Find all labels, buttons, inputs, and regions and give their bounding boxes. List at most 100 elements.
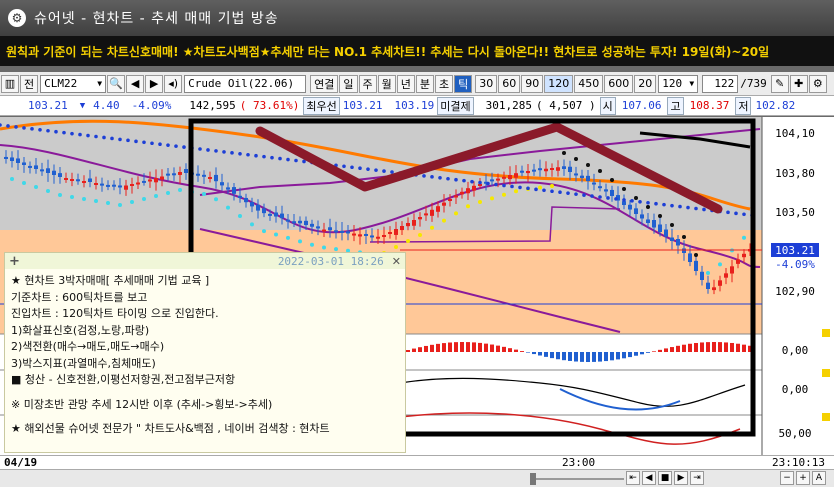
period-button-week[interactable]: 주 [358,74,377,93]
page-input[interactable]: 122 [702,74,739,93]
zoom-in-icon[interactable]: + [796,471,810,485]
candle-body [124,185,128,190]
next-arrow-icon[interactable]: ▶ [145,74,164,93]
prev-arrow-icon[interactable]: ◀ [126,74,145,93]
candle-body [352,233,356,236]
indicator-axis-label: 0,00 [781,343,809,357]
dotted-line-point [734,211,738,216]
title-bar: ⚙ 슈어넷 - 현차트 - 추세 매매 기법 방송 [0,0,834,36]
crosshair-icon[interactable]: ✚ [789,74,808,93]
tick-button-60[interactable]: 60 [498,74,521,93]
histogram-bar [562,352,566,361]
period-button-connect[interactable]: 연결 [310,74,339,93]
tick-button-600[interactable]: 600 [604,74,634,93]
memo-header[interactable]: + 2022-03-01 18:26 ✕ [5,253,405,269]
autoscale-icon[interactable]: A [812,471,826,485]
chart-toolbar: ▥ 전 CLM22 ▼ 🔍 ◀ ▶ ◂) Crude Oil(22.06) 연결… [0,72,834,96]
tick-button-90[interactable]: 90 [521,74,544,93]
signal-dot [706,271,710,275]
dotted-line-point [14,125,18,129]
indicator-axis-label: 0,00 [781,382,809,396]
chart-type-icon[interactable]: ▥ [1,74,19,93]
signal-dot [334,247,338,252]
histogram-bar [412,348,416,352]
memo-body: ★ 현차트 3박자매매[ 추세매매 기법 교육 ] 기준차트 : 600틱차트를… [5,269,405,438]
candle-body [220,182,224,186]
period-button-minute[interactable]: 분 [415,74,434,93]
histogram-bar [406,350,410,352]
dotted-line-point [486,181,490,186]
open-interest-label: 미결제 [437,96,474,115]
quote-bar: 103.21 ▼ 4.40 -4.09% 142,595 ( 73.61%) 최… [0,96,834,116]
histogram-bar [454,342,458,352]
signal-dot [34,185,38,189]
signal-dot [598,169,602,173]
candle-body [502,176,506,179]
time-axis-current: 23:10:13 [772,456,825,469]
dotted-line-point [470,179,474,184]
candle-body [202,174,206,177]
candle-body [622,201,626,205]
candle-body [40,169,44,172]
dotted-line-point [574,192,578,196]
candle-body [184,169,188,173]
magnifier-icon[interactable]: 🔍 [107,74,126,93]
open-interest: 301,285 [485,99,532,112]
stop-icon[interactable]: ■ [658,471,672,485]
symbol-name: Crude Oil(22.06) [188,77,295,90]
candle-body [412,220,416,226]
zoom-out-icon[interactable]: − [780,471,794,485]
histogram-bar [496,345,500,352]
period-button-year[interactable]: 년 [396,74,415,93]
candle-body [376,236,380,239]
prev-icon[interactable]: ◀ [642,471,656,485]
play-icon[interactable]: ▶ [674,471,688,485]
close-icon[interactable]: ✕ [392,255,401,268]
first-icon[interactable]: ⇤ [626,471,640,485]
period-button-month[interactable]: 월 [377,74,396,93]
dotted-line-point [198,147,202,151]
dotted-line-point [382,169,386,173]
histogram-bar [610,352,614,361]
scrollbar-thumb[interactable] [530,473,536,485]
dotted-line-point [494,182,498,187]
tick-button-30[interactable]: 30 [475,74,498,93]
interval-select[interactable]: 120 ▼ [658,74,699,93]
histogram-bar [472,342,476,352]
price-change-pct: -4.09% [131,99,172,112]
chevron-down-icon[interactable]: ▼ [689,79,694,88]
period-button-second[interactable]: 초 [435,74,454,93]
tick-button-120[interactable]: 120 [544,74,574,93]
symbol-input[interactable]: CLM22 ▼ [40,74,107,93]
period-button-tick[interactable]: 틱 [454,74,473,93]
candle-body [574,173,578,176]
tick-button-450[interactable]: 450 [574,74,604,93]
expand-icon[interactable]: + [9,254,20,269]
signal-dot [394,245,398,249]
chart-scrollbar[interactable] [530,473,624,485]
speaker-icon[interactable]: ◂) [164,74,183,93]
last-icon[interactable]: ⇥ [690,471,704,485]
tick-button-20[interactable]: 20 [634,74,657,93]
period-button-day[interactable]: 일 [339,74,358,93]
histogram-bar [712,342,716,352]
gear-icon[interactable]: ⚙ [8,9,26,27]
candle-body [346,231,350,234]
settings-icon[interactable]: ⚙ [808,74,827,93]
signal-dot [214,197,218,202]
histogram-bar [658,349,662,352]
playback-controls: ⇤ ◀ ■ ▶ ⇥ [624,471,704,485]
signal-dot [310,242,314,247]
signal-dot [694,253,698,257]
mode-button[interactable]: 전 [20,74,39,93]
drawing-icon[interactable]: ✎ [770,74,789,93]
dotted-line-point [150,141,154,146]
memo-popup[interactable]: + 2022-03-01 18:26 ✕ ★ 현차트 3박자매매[ 추세매매 기… [4,252,406,453]
chevron-down-icon[interactable]: ▼ [97,79,102,88]
candle-body [100,183,104,186]
signal-dot [622,187,626,191]
signal-dot [22,181,26,185]
candle-body [670,237,674,241]
histogram-bar [490,344,494,352]
candle-body [142,180,146,183]
